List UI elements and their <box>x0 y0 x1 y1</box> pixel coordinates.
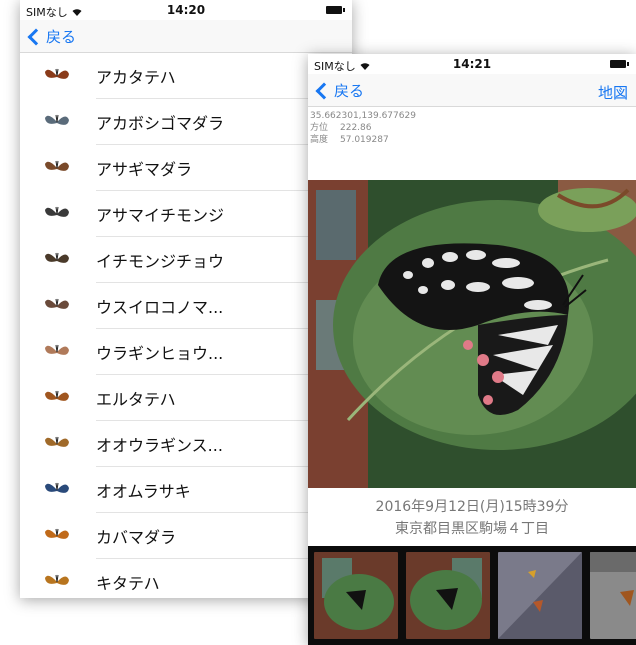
species-list-screen: SIMなし 14:20 戻る アカタテハ詳細アカボシゴマダラ詳細アサギマダラ詳細… <box>20 0 352 598</box>
butterfly-photo[interactable] <box>308 180 636 488</box>
battery-icon <box>326 6 345 14</box>
thumbnail-3[interactable] <box>498 552 582 639</box>
butterfly-icon <box>34 283 80 329</box>
species-name: エルタテハ <box>96 390 176 409</box>
photo-thumbnail-strip <box>308 546 636 645</box>
list-item[interactable]: ウラギンヒョウ...詳細 <box>20 329 352 375</box>
species-list: アカタテハ詳細アカボシゴマダラ詳細アサギマダラ詳細アサマイチモンジ詳細イチモンジ… <box>20 53 352 598</box>
altitude-value: 57.019287 <box>340 135 389 145</box>
list-item[interactable]: オオムラサキ詳細 <box>20 467 352 513</box>
photo-datetime: 2016年9月12日(月)15時39分 <box>375 499 569 515</box>
map-button[interactable]: 地図 <box>598 82 628 103</box>
clock: 14:20 <box>166 3 206 17</box>
back-button[interactable]: 戻る <box>314 80 364 101</box>
coordinates: 35.662301,139.677629 <box>310 111 416 121</box>
butterfly-icon <box>34 421 80 467</box>
clock: 14:21 <box>452 57 492 71</box>
list-item[interactable]: エルタテハ詳細 <box>20 375 352 421</box>
photo-caption: 2016年9月12日(月)15時39分 東京都目黒区駒場４丁目 <box>308 496 636 540</box>
species-name: アカボシゴマダラ <box>96 114 225 133</box>
species-name: キタテハ <box>96 574 160 593</box>
list-item[interactable]: アカタテハ詳細 <box>20 53 352 99</box>
location-info: 35.662301,139.677629 方位 222.86 高度 57.01928… <box>308 107 636 146</box>
list-item[interactable]: アサマイチモンジ詳細 <box>20 191 352 237</box>
back-label: 戻る <box>46 28 77 46</box>
species-name: アカタテハ <box>96 68 176 87</box>
heading-value: 222.86 <box>340 123 372 133</box>
list-item[interactable]: オオウラギンス...詳細 <box>20 421 352 467</box>
status-bar: SIMなし 14:20 <box>20 0 352 20</box>
species-name: イチモンジチョウ <box>96 252 225 271</box>
butterfly-icon <box>34 53 80 99</box>
list-item[interactable]: アカボシゴマダラ詳細 <box>20 99 352 145</box>
chevron-left-icon <box>27 28 45 45</box>
butterfly-icon <box>34 467 80 513</box>
thumbnail-1[interactable] <box>314 552 398 639</box>
species-name: ウラギンヒョウ... <box>96 344 224 363</box>
nav-bar: 戻る 地図 <box>308 74 636 107</box>
photo-detail-screen: SIMなし 14:21 戻る 地図 35.662301,139.677629 方… <box>308 54 636 645</box>
list-item[interactable]: ウスイロコノマ...詳細 <box>20 283 352 329</box>
butterfly-icon <box>34 513 80 559</box>
list-item[interactable]: キタテハ詳細 <box>20 559 352 598</box>
species-name: ウスイロコノマ... <box>96 298 224 317</box>
species-name: アサマイチモンジ <box>96 206 225 225</box>
altitude-label: 高度 <box>310 135 329 145</box>
thumbnail-4[interactable] <box>590 552 636 639</box>
status-bar: SIMなし 14:21 <box>308 54 636 74</box>
species-name: アサギマダラ <box>96 160 193 179</box>
species-name: オオウラギンス... <box>96 436 223 455</box>
butterfly-icon <box>34 145 80 191</box>
list-item[interactable]: アサギマダラ詳細 <box>20 145 352 191</box>
list-item[interactable]: カバマダラ詳細 <box>20 513 352 559</box>
butterfly-icon <box>34 329 80 375</box>
butterfly-icon <box>34 559 80 598</box>
battery-icon <box>610 60 629 68</box>
species-name: カバマダラ <box>96 528 177 547</box>
butterfly-icon <box>34 191 80 237</box>
chevron-left-icon <box>315 82 333 99</box>
thumbnail-2[interactable] <box>406 552 490 639</box>
back-label: 戻る <box>334 82 365 100</box>
back-button[interactable]: 戻る <box>26 26 76 47</box>
butterfly-icon <box>34 237 80 283</box>
heading-label: 方位 <box>310 123 329 133</box>
species-name: オオムラサキ <box>96 482 191 501</box>
butterfly-icon <box>34 99 80 145</box>
photo-address: 東京都目黒区駒場４丁目 <box>395 521 549 537</box>
list-item[interactable]: イチモンジチョウ詳細 <box>20 237 352 283</box>
nav-bar: 戻る <box>20 20 352 53</box>
butterfly-icon <box>34 375 80 421</box>
